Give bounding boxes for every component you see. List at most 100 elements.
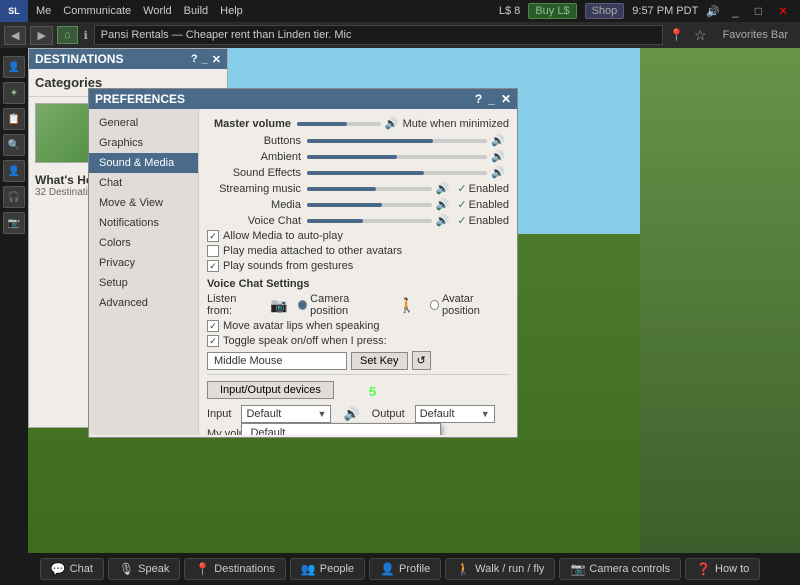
pref-nav-move-view[interactable]: Move & View (89, 193, 198, 213)
refresh-button[interactable]: ↺ (412, 351, 431, 370)
menu-communicate[interactable]: Communicate (63, 5, 131, 17)
pref-nav-colors[interactable]: Colors (89, 233, 198, 253)
walk-taskbar-button[interactable]: 🚶 Walk / run / fly (445, 558, 555, 580)
maximize-button[interactable]: □ (751, 4, 766, 18)
play-media-row: Play media attached to other avatars (207, 245, 509, 257)
streaming-music-enabled-check: ✓ (457, 182, 466, 195)
io-devices-button[interactable]: Input/Output devices (207, 381, 334, 399)
ambient-speaker-icon[interactable]: 🔊 (491, 150, 505, 163)
avatar-radio[interactable] (430, 300, 439, 310)
home-button[interactable]: ⌂ (57, 26, 78, 44)
avatar-icon: 🚶 (398, 297, 415, 314)
buttons-slider[interactable] (307, 139, 487, 143)
pref-nav-graphics[interactable]: Graphics (89, 133, 198, 153)
move-lips-checkbox[interactable]: ✓ (207, 320, 219, 332)
streaming-music-speaker-icon[interactable]: 🔊 (436, 182, 450, 195)
play-sounds-label: Play sounds from gestures (223, 260, 353, 272)
shop-button[interactable]: Shop (585, 3, 625, 19)
master-volume-fill (297, 122, 347, 126)
menu-build[interactable]: Build (184, 5, 208, 17)
pref-nav-advanced[interactable]: Advanced (89, 293, 198, 313)
menubar-right: L$ 8 Buy L$ Shop 9:57 PM PDT 🔊 _ □ ✕ (499, 3, 800, 19)
chat-icon: 💬 (51, 562, 66, 576)
media-slider[interactable] (307, 203, 432, 207)
sidebar-icon-7[interactable]: 📷 (3, 212, 25, 234)
volume-icon[interactable]: 🔊 (706, 5, 720, 18)
pref-minimize-button[interactable]: _ (488, 92, 495, 106)
pref-nav-sound-media[interactable]: Sound & Media (89, 153, 198, 173)
sidebar-icon-1[interactable]: 👤 (3, 56, 25, 78)
master-volume-slider[interactable] (297, 122, 381, 126)
input-dropdown-value: Default (246, 408, 281, 420)
key-field[interactable] (207, 352, 347, 370)
avatar-position-option[interactable]: Avatar position (430, 293, 509, 317)
minimize-button[interactable]: _ (728, 4, 743, 18)
chat-taskbar-button[interactable]: 💬 Chat (40, 558, 104, 580)
pref-nav-chat[interactable]: Chat (89, 173, 198, 193)
profile-taskbar-button[interactable]: 👤 Profile (369, 558, 441, 580)
buttons-speaker-icon[interactable]: 🔊 (491, 134, 505, 147)
play-media-checkbox[interactable] (207, 245, 219, 257)
menu-help[interactable]: Help (220, 5, 243, 17)
streaming-music-fill (307, 187, 376, 191)
help-label: How to (715, 563, 749, 575)
sidebar-icon-4[interactable]: 🔍 (3, 134, 25, 156)
bookmark-icon[interactable]: ☆ (690, 27, 711, 44)
dropdown-item-default[interactable]: Default (242, 424, 440, 435)
pref-nav-setup[interactable]: Setup (89, 273, 198, 293)
profile-icon: 👤 (380, 562, 395, 576)
destinations-close-button[interactable]: ✕ (212, 53, 221, 66)
favorites-bar: Favorites Bar (715, 29, 796, 41)
preferences-main-content: Master volume 🔊 Mute when minimized Butt… (199, 109, 517, 435)
preferences-panel: PREFERENCES ? _ ✕ General Graphics Sound… (88, 88, 518, 438)
camera-taskbar-button[interactable]: 📷 Camera controls (559, 558, 681, 580)
sidebar-icon-3[interactable]: 📋 (3, 108, 25, 130)
voice-chat-speaker-icon[interactable]: 🔊 (436, 214, 450, 227)
master-volume-speaker-icon[interactable]: 🔊 (385, 117, 399, 130)
buy-currency-button[interactable]: Buy L$ (528, 3, 576, 19)
help-taskbar-button[interactable]: ❓ How to (685, 558, 760, 580)
profile-label: Profile (399, 563, 430, 575)
pref-help-button[interactable]: ? (475, 92, 482, 106)
output-dropdown[interactable]: Default ▼ (415, 405, 495, 423)
menu-world[interactable]: World (143, 5, 172, 17)
streaming-music-slider[interactable] (307, 187, 432, 191)
people-taskbar-button[interactable]: 👥 People (290, 558, 365, 580)
pref-nav-privacy[interactable]: Privacy (89, 253, 198, 273)
media-speaker-icon[interactable]: 🔊 (436, 198, 450, 211)
voice-chat-slider[interactable] (307, 219, 432, 223)
speak-label: Speak (138, 563, 169, 575)
destinations-help-button[interactable]: ? (191, 53, 198, 66)
move-lips-label: Move avatar lips when speaking (223, 320, 380, 332)
chat-label: Chat (70, 563, 93, 575)
menubar: SL Me Communicate World Build Help L$ 8 … (0, 0, 800, 22)
ambient-slider[interactable] (307, 155, 487, 159)
sound-effects-speaker-icon[interactable]: 🔊 (491, 166, 505, 179)
toggle-speak-checkbox[interactable]: ✓ (207, 335, 219, 347)
voice-chat-enabled-check: ✓ (457, 214, 466, 227)
menu-me[interactable]: Me (36, 5, 51, 17)
destinations-taskbar-button[interactable]: 📍 Destinations (184, 558, 286, 580)
set-key-button[interactable]: Set Key (351, 352, 408, 370)
pref-nav-notifications[interactable]: Notifications (89, 213, 198, 233)
pref-nav-general[interactable]: General (89, 113, 198, 133)
camera-radio[interactable] (298, 300, 307, 310)
people-label: People (320, 563, 354, 575)
sidebar-icon-5[interactable]: 👤 (3, 160, 25, 182)
destinations-minimize-button[interactable]: _ (202, 53, 208, 66)
speak-taskbar-button[interactable]: 🎙 Speak (108, 558, 180, 580)
sidebar-icon-2[interactable]: ✦ (3, 82, 25, 104)
url-bar[interactable] (94, 25, 663, 45)
sound-effects-slider[interactable] (307, 171, 487, 175)
sidebar-icon-6[interactable]: 🎧 (3, 186, 25, 208)
play-sounds-checkbox[interactable]: ✓ (207, 260, 219, 272)
forward-button[interactable]: ▶ (30, 26, 52, 45)
allow-media-checkbox[interactable]: ✓ (207, 230, 219, 242)
camera-position-option[interactable]: Camera position (298, 293, 384, 317)
back-button[interactable]: ◀ (4, 26, 26, 45)
menubar-items: Me Communicate World Build Help (28, 5, 499, 17)
input-dropdown[interactable]: Default ▼ (241, 405, 331, 423)
pref-close-button[interactable]: ✕ (501, 92, 511, 106)
close-window-button[interactable]: ✕ (774, 4, 792, 18)
ambient-fill (307, 155, 397, 159)
